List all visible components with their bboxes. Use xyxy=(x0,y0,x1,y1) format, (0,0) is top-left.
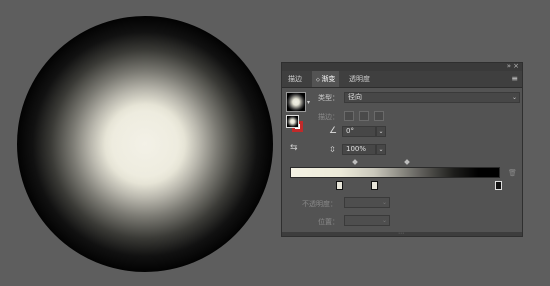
angle-dropdown-button[interactable]: ⌄ xyxy=(376,126,386,137)
angle-input[interactable]: 0° xyxy=(342,126,376,137)
gradient-type-select[interactable]: 径向 ⌄ xyxy=(344,92,520,103)
tab-gradient[interactable]: ◇ 渐变 xyxy=(312,71,340,87)
gradient-slider-bar[interactable] xyxy=(290,167,500,178)
location-select[interactable]: ⌄ xyxy=(344,215,390,226)
aspect-ratio-value: 100% xyxy=(346,145,367,153)
stroke-along-button[interactable] xyxy=(359,111,369,121)
swap-icon[interactable]: ⇆ xyxy=(290,143,298,153)
opacity-label: 不透明度： xyxy=(302,200,337,208)
panel-menu-icon[interactable]: ≡ xyxy=(511,74,518,83)
chevron-down-icon: ⌄ xyxy=(381,217,387,224)
stroke-within-button[interactable] xyxy=(344,111,354,121)
fill-stroke-selector[interactable] xyxy=(286,115,304,133)
aspect-ratio-input[interactable]: 100% xyxy=(342,144,376,155)
stroke-label: 描边： xyxy=(318,113,339,121)
type-label: 类型： xyxy=(318,94,339,102)
location-label: 位置： xyxy=(318,218,339,226)
delete-stop-icon[interactable]: 🗑 xyxy=(508,169,517,177)
gradient-panel: » × 描边 ◇ 渐变 透明度 ≡ ▾ 类型： 径向 ⌄ 描边： ⇆ ∠ 0° … xyxy=(281,62,523,237)
angle-icon: ∠ xyxy=(329,126,338,136)
panel-title-bar[interactable]: » × xyxy=(282,62,522,71)
gradient-midpoint-2[interactable] xyxy=(404,159,410,165)
tab-gradient-label: 渐变 xyxy=(321,75,336,83)
aspect-ratio-dropdown-button[interactable]: ⌄ xyxy=(376,144,386,155)
gradient-stop-1[interactable] xyxy=(336,181,343,190)
chevron-down-icon: ⌄ xyxy=(378,128,384,135)
tab-stroke[interactable]: 描边 xyxy=(284,71,306,87)
angle-value: 0° xyxy=(346,127,354,135)
collapse-icon[interactable]: » xyxy=(507,62,511,70)
panel-tab-bar: 描边 ◇ 渐变 透明度 ≡ xyxy=(282,71,522,88)
chevron-down-icon: ⌄ xyxy=(378,146,384,153)
fill-swatch[interactable] xyxy=(286,115,299,128)
chevron-down-icon: ⌄ xyxy=(381,199,387,206)
gradient-type-value: 径向 xyxy=(348,93,362,101)
gradient-preview-swatch[interactable] xyxy=(286,92,306,112)
preview-dropdown-icon[interactable]: ▾ xyxy=(307,99,310,106)
gradient-stop-3[interactable] xyxy=(495,181,502,190)
stroke-across-button[interactable] xyxy=(374,111,384,121)
aspect-ratio-icon: ⇳ xyxy=(329,145,336,154)
gradient-midpoint-1[interactable] xyxy=(352,159,358,165)
resize-grip-icon[interactable]: ⋯ xyxy=(398,230,404,237)
gradient-stop-2[interactable] xyxy=(371,181,378,190)
panel-resize-bar[interactable]: ⋯ xyxy=(282,230,522,237)
chevron-down-icon: ⌄ xyxy=(511,94,517,101)
radial-gradient-circle[interactable] xyxy=(17,16,273,272)
opacity-select[interactable]: ⌄ xyxy=(344,197,390,208)
tab-transparency[interactable]: 透明度 xyxy=(345,71,374,87)
close-icon[interactable]: × xyxy=(513,62,519,70)
